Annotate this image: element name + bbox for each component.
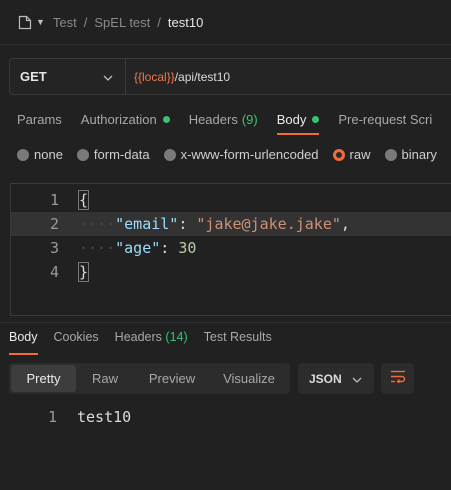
- divider: [0, 322, 451, 323]
- radio-label: binary: [401, 147, 437, 162]
- radio-dot: [384, 148, 397, 161]
- body-editor[interactable]: 1 { 2 ····"email": "jake@jake.jake", 3 ·…: [10, 183, 451, 316]
- document-icon[interactable]: [18, 15, 32, 30]
- code-text: {: [77, 190, 90, 210]
- tab-label: Pre-request Scri: [338, 111, 433, 127]
- radio-form-data[interactable]: form-data: [76, 147, 150, 162]
- response-body[interactable]: 1 test10: [0, 406, 451, 428]
- chevron-down-icon: [103, 69, 113, 84]
- json-comma: ,: [340, 215, 350, 233]
- code-text: }: [77, 262, 90, 282]
- json-colon: :: [178, 215, 197, 233]
- line-number: 2: [49, 215, 59, 233]
- radio-label: none: [34, 147, 63, 162]
- body-mode-radios: none form-data x-www-form-urlencoded raw…: [17, 147, 451, 162]
- tab-label: Test Results: [203, 330, 272, 344]
- indent-whitespace: ····: [79, 239, 116, 257]
- tab-label: Body: [9, 330, 38, 344]
- format-select[interactable]: JSON: [298, 363, 374, 394]
- method-label: GET: [20, 69, 47, 84]
- json-colon: :: [160, 239, 179, 257]
- radio-dot: [17, 148, 29, 161]
- url-variable: {{local}}: [134, 69, 175, 84]
- close-brace: }: [77, 262, 90, 282]
- breadcrumb-item-test[interactable]: Test: [53, 15, 77, 30]
- line-number: 1: [49, 191, 59, 209]
- breadcrumb: ▼ Test / SpEL test / test10: [0, 0, 451, 44]
- line-number: 4: [49, 263, 59, 281]
- breadcrumb-item-spel-test[interactable]: SpEL test: [94, 15, 150, 30]
- tab-pre-request-script[interactable]: Pre-request Scri: [338, 107, 432, 131]
- breadcrumb-separator: /: [83, 14, 88, 30]
- breadcrumb-separator: /: [157, 14, 161, 30]
- radio-dot-selected: [332, 148, 345, 161]
- tab-label: Headers: [114, 330, 162, 344]
- request-name[interactable]: test10: [168, 15, 203, 30]
- tab-authorization[interactable]: Authorization: [81, 107, 170, 131]
- json-key: "age": [115, 239, 161, 257]
- json-key: "email": [115, 215, 179, 233]
- tab-label: Params: [17, 111, 62, 127]
- view-visualize-button[interactable]: Visualize: [210, 365, 288, 392]
- radio-none[interactable]: none: [17, 147, 63, 162]
- response-tab-test-results[interactable]: Test Results: [204, 330, 272, 350]
- code-text: ····"email": "jake@jake.jake",: [79, 215, 350, 233]
- view-preview-button[interactable]: Preview: [134, 365, 210, 392]
- json-number-value: 30: [178, 239, 197, 257]
- radio-x-www-form-urlencoded[interactable]: x-www-form-urlencoded: [163, 147, 319, 162]
- radio-label: raw: [349, 147, 371, 162]
- request-bar: GET {{local}}/api/test10: [9, 58, 451, 95]
- editor-line: 1 {: [11, 188, 451, 212]
- method-select[interactable]: GET: [10, 59, 126, 94]
- headers-count: (9): [241, 111, 258, 127]
- radio-raw[interactable]: raw: [332, 147, 371, 162]
- line-number: 3: [49, 239, 59, 257]
- tab-params[interactable]: Params: [17, 107, 62, 131]
- tab-label: Body: [276, 111, 307, 127]
- status-dot: [162, 115, 170, 123]
- editor-line: 3 ····"age": 30: [11, 236, 451, 260]
- radio-dot: [76, 148, 89, 161]
- caret-down-icon[interactable]: ▼: [36, 17, 45, 27]
- tab-label: Authorization: [80, 111, 157, 127]
- response-tab-headers[interactable]: Headers (14): [115, 330, 188, 350]
- response-tab-cookies[interactable]: Cookies: [54, 330, 99, 350]
- code-text: ····"age": 30: [79, 239, 196, 257]
- url-path: /api/test10: [174, 69, 231, 84]
- url-input[interactable]: {{local}}/api/test10: [126, 70, 230, 84]
- editor-line-active: 2 ····"email": "jake@jake.jake",: [11, 212, 451, 236]
- tab-label: Headers: [188, 111, 238, 127]
- response-tabs: Body Cookies Headers (14) Test Results: [9, 330, 288, 355]
- format-label: JSON: [309, 371, 342, 386]
- divider: [0, 44, 451, 45]
- tab-body[interactable]: Body: [276, 107, 320, 135]
- chevron-down-icon: [352, 372, 362, 386]
- radio-label: form-data: [93, 147, 150, 162]
- indent-whitespace: ····: [79, 215, 116, 233]
- view-pretty-button[interactable]: Pretty: [11, 365, 76, 392]
- status-dot: [312, 115, 320, 123]
- response-view-group: Pretty Raw Preview Visualize: [9, 363, 290, 394]
- wrap-lines-button[interactable]: [381, 363, 414, 394]
- open-brace: {: [77, 190, 90, 210]
- wrap-lines-icon: [390, 370, 406, 388]
- request-tabs: Params Authorization Headers (9) Body Pre…: [17, 107, 451, 135]
- radio-dot: [163, 148, 176, 161]
- view-raw-button[interactable]: Raw: [76, 365, 134, 392]
- tab-headers[interactable]: Headers (9): [189, 107, 258, 131]
- response-text: test10: [77, 408, 132, 426]
- radio-binary[interactable]: binary: [384, 147, 437, 162]
- tab-label: Cookies: [53, 330, 99, 344]
- response-tab-body[interactable]: Body: [9, 330, 38, 355]
- headers-count: (14): [165, 330, 188, 344]
- radio-label: x-www-form-urlencoded: [180, 147, 319, 162]
- json-string-value: "jake@jake.jake": [196, 215, 341, 233]
- editor-line: 4 }: [11, 260, 451, 284]
- line-number: 1: [47, 408, 57, 426]
